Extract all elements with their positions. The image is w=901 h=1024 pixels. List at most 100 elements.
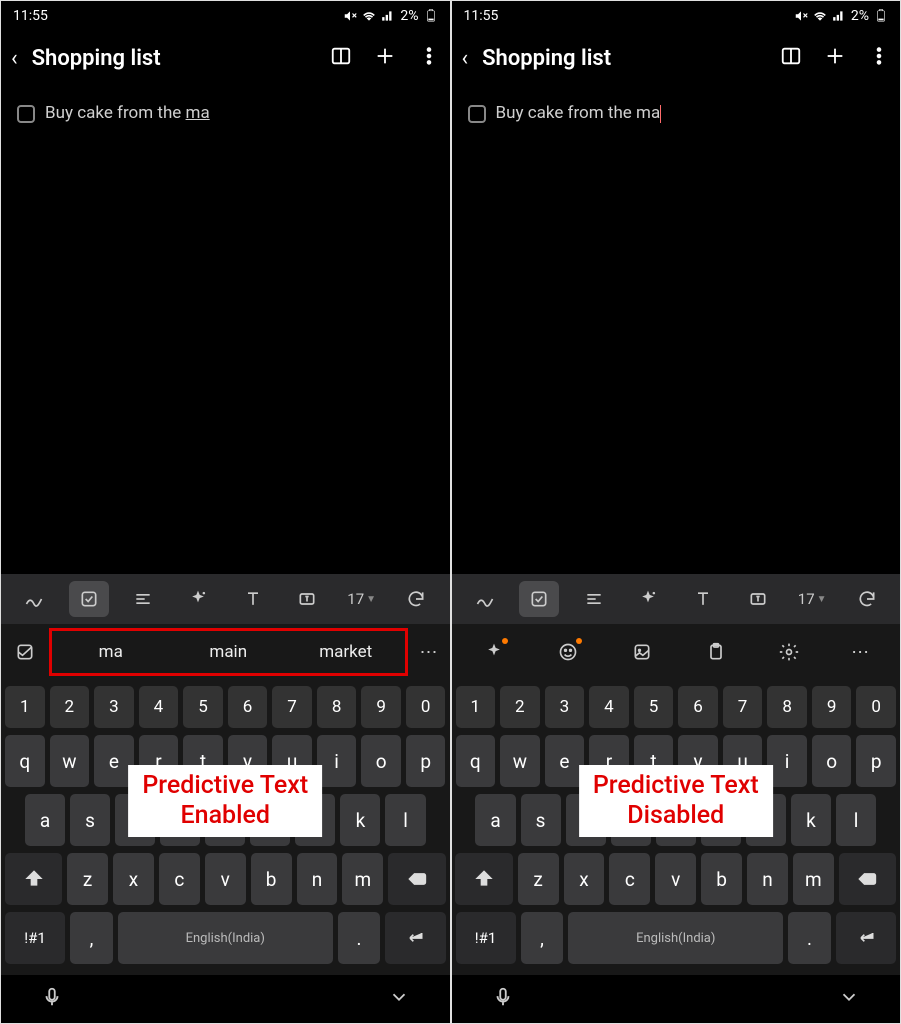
font-icon[interactable] xyxy=(233,581,273,617)
space-key[interactable]: English(India) xyxy=(118,912,333,964)
key-x[interactable]: x xyxy=(564,853,605,905)
reader-icon[interactable] xyxy=(330,45,352,72)
key-s[interactable]: s xyxy=(70,794,110,846)
prediction-2[interactable]: main xyxy=(170,631,288,673)
enter-key[interactable] xyxy=(836,912,896,964)
text-tool[interactable] xyxy=(123,581,163,617)
backspace-key[interactable] xyxy=(388,853,445,905)
key-3[interactable]: 3 xyxy=(545,686,585,728)
key-9[interactable]: 9 xyxy=(361,686,401,728)
reader-icon[interactable] xyxy=(780,45,802,72)
back-button[interactable]: ‹ xyxy=(11,46,18,71)
add-button[interactable] xyxy=(824,45,846,72)
note-text[interactable]: Buy cake from the ma xyxy=(45,103,210,556)
shift-key[interactable] xyxy=(5,853,62,905)
collapse-icon[interactable] xyxy=(838,986,860,1012)
key-5[interactable]: 5 xyxy=(634,686,674,728)
key-c[interactable]: c xyxy=(159,853,200,905)
note-content[interactable]: Buy cake from the ma xyxy=(452,85,901,574)
checkbox-tool[interactable] xyxy=(69,581,109,617)
key-3[interactable]: 3 xyxy=(94,686,134,728)
undo-icon[interactable] xyxy=(396,581,436,617)
prediction-3[interactable]: market xyxy=(287,631,405,673)
ai-suggest-icon[interactable] xyxy=(476,634,512,670)
mic-icon[interactable] xyxy=(492,986,514,1012)
font-icon[interactable] xyxy=(683,581,723,617)
comma-key[interactable]: , xyxy=(70,912,113,964)
key-v[interactable]: v xyxy=(655,853,696,905)
key-x[interactable]: x xyxy=(113,853,154,905)
settings-icon[interactable] xyxy=(771,634,807,670)
enter-key[interactable] xyxy=(385,912,445,964)
period-key[interactable]: . xyxy=(788,912,831,964)
key-i[interactable]: i xyxy=(767,735,807,787)
undo-icon[interactable] xyxy=(847,581,887,617)
pen-icon[interactable] xyxy=(465,581,505,617)
back-button[interactable]: ‹ xyxy=(462,46,469,71)
mic-icon[interactable] xyxy=(41,986,63,1012)
checkbox-tool[interactable] xyxy=(519,581,559,617)
key-b[interactable]: b xyxy=(251,853,292,905)
key-0[interactable]: 0 xyxy=(856,686,896,728)
key-5[interactable]: 5 xyxy=(183,686,223,728)
textbox-icon[interactable] xyxy=(738,581,778,617)
key-8[interactable]: 8 xyxy=(767,686,807,728)
note-text[interactable]: Buy cake from the ma xyxy=(496,103,662,556)
key-z[interactable]: z xyxy=(67,853,108,905)
key-6[interactable]: 6 xyxy=(228,686,268,728)
key-7[interactable]: 7 xyxy=(272,686,312,728)
key-w[interactable]: w xyxy=(50,735,90,787)
key-0[interactable]: 0 xyxy=(406,686,446,728)
key-p[interactable]: p xyxy=(406,735,446,787)
gif-icon[interactable] xyxy=(624,634,660,670)
key-m[interactable]: m xyxy=(793,853,834,905)
key-9[interactable]: 9 xyxy=(812,686,852,728)
ai-icon[interactable] xyxy=(628,581,668,617)
key-k[interactable]: k xyxy=(791,794,831,846)
key-2[interactable]: 2 xyxy=(500,686,540,728)
key-n[interactable]: n xyxy=(747,853,788,905)
add-button[interactable] xyxy=(374,45,396,72)
key-6[interactable]: 6 xyxy=(678,686,718,728)
key-4[interactable]: 4 xyxy=(589,686,629,728)
key-4[interactable]: 4 xyxy=(139,686,179,728)
symbols-key[interactable]: !#1 xyxy=(456,912,516,964)
more-suggestions[interactable]: ⋯ xyxy=(414,642,444,663)
more-icon[interactable] xyxy=(418,45,440,72)
space-key[interactable]: English(India) xyxy=(568,912,783,964)
key-1[interactable]: 1 xyxy=(5,686,45,728)
textbox-icon[interactable] xyxy=(287,581,327,617)
checkbox[interactable] xyxy=(468,105,486,123)
key-c[interactable]: c xyxy=(609,853,650,905)
key-o[interactable]: o xyxy=(361,735,401,787)
key-o[interactable]: o xyxy=(812,735,852,787)
key-q[interactable]: q xyxy=(456,735,496,787)
key-7[interactable]: 7 xyxy=(723,686,763,728)
key-b[interactable]: b xyxy=(701,853,742,905)
font-size-selector[interactable]: 17▼ xyxy=(792,581,832,617)
sticker-icon[interactable] xyxy=(7,634,43,670)
key-s[interactable]: s xyxy=(521,794,561,846)
key-2[interactable]: 2 xyxy=(50,686,90,728)
text-tool[interactable] xyxy=(574,581,614,617)
key-n[interactable]: n xyxy=(297,853,338,905)
key-a[interactable]: a xyxy=(475,794,515,846)
period-key[interactable]: . xyxy=(338,912,381,964)
checkbox[interactable] xyxy=(17,105,35,123)
key-m[interactable]: m xyxy=(342,853,383,905)
pen-icon[interactable] xyxy=(14,581,54,617)
font-size-selector[interactable]: 17▼ xyxy=(342,581,382,617)
backspace-key[interactable] xyxy=(839,853,896,905)
symbols-key[interactable]: !#1 xyxy=(5,912,65,964)
note-content[interactable]: Buy cake from the ma xyxy=(1,85,450,574)
key-v[interactable]: v xyxy=(205,853,246,905)
key-l[interactable]: l xyxy=(836,794,876,846)
key-i[interactable]: i xyxy=(317,735,357,787)
more-icon[interactable] xyxy=(868,45,890,72)
key-8[interactable]: 8 xyxy=(317,686,357,728)
key-p[interactable]: p xyxy=(856,735,896,787)
key-q[interactable]: q xyxy=(5,735,45,787)
key-z[interactable]: z xyxy=(518,853,559,905)
clipboard-icon[interactable] xyxy=(698,634,734,670)
key-w[interactable]: w xyxy=(500,735,540,787)
